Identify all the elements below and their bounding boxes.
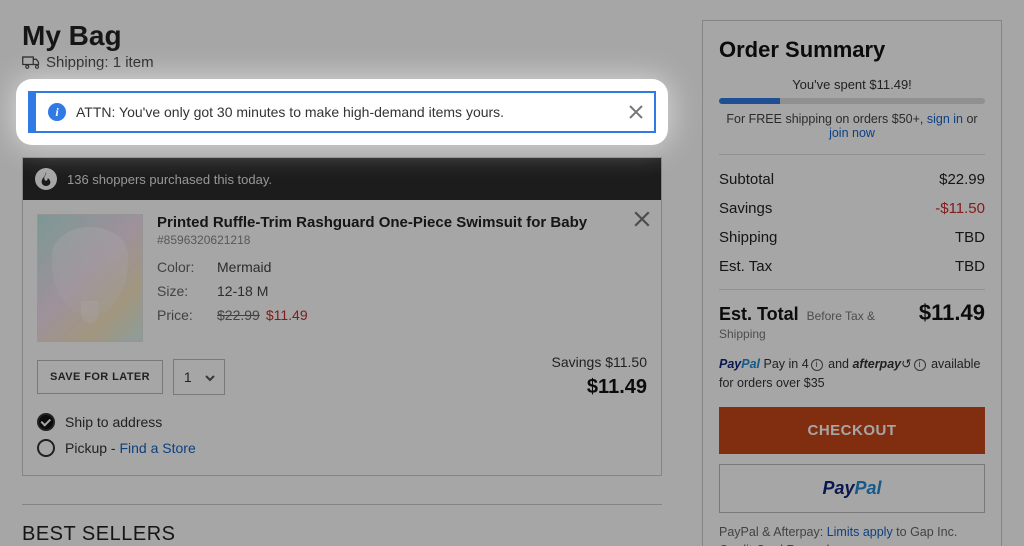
attention-banner: i ATTN: You've only got 30 minutes to ma… (28, 91, 656, 133)
free-shipping-hint: For FREE shipping on orders $50+, sign i… (719, 112, 985, 140)
limits-apply-link[interactable]: Limits apply (827, 525, 893, 539)
truck-icon (22, 56, 40, 70)
bnpl-footnote: PayPal & Afterpay: Limits apply to Gap I… (719, 523, 985, 546)
paypal-button[interactable]: PayPal (719, 464, 985, 513)
shipping-label: Shipping (719, 229, 777, 246)
divider (22, 504, 662, 505)
sign-in-link[interactable]: sign in (927, 112, 963, 126)
social-proof-banner: 136 shoppers purchased this today. (23, 158, 661, 200)
shipping-count: Shipping: 1 item (22, 54, 662, 71)
bnpl-message: PayPal Pay in 4i and afterpay↺i availabl… (719, 355, 985, 393)
savings-label: Savings (719, 200, 772, 217)
divider (719, 154, 985, 155)
radio-unchecked-icon (37, 439, 55, 457)
ship-to-address-label: Ship to address (65, 414, 162, 430)
info-icon: i (48, 103, 66, 121)
divider (719, 289, 985, 290)
est-total-value: $11.49 (919, 300, 985, 326)
line-savings: Savings $11.50 (552, 354, 647, 370)
join-now-link[interactable]: join now (829, 126, 875, 140)
shipping-value: TBD (955, 229, 985, 246)
price-now: $11.49 (266, 307, 308, 323)
best-sellers-heading: BEST SELLERS (22, 523, 662, 546)
ship-to-address-option[interactable]: Ship to address (37, 409, 647, 435)
order-summary: Order Summary You've spent $11.49! For F… (702, 20, 1002, 546)
color-value: Mermaid (217, 259, 271, 275)
attention-banner-text: ATTN: You've only got 30 minutes to make… (76, 104, 504, 120)
quantity-value: 1 (184, 369, 192, 385)
product-sku: #8596320621218 (157, 233, 647, 247)
shipping-count-label: Shipping: 1 item (46, 54, 154, 71)
info-icon[interactable]: i (811, 359, 823, 371)
color-label: Color: (157, 259, 217, 275)
tax-label: Est. Tax (719, 258, 772, 275)
product-thumbnail[interactable] (37, 214, 143, 342)
page-title: My Bag (22, 20, 662, 52)
afterpay-logo: afterpay (852, 357, 901, 371)
product-name[interactable]: Printed Ruffle-Trim Rashguard One-Piece … (157, 214, 647, 231)
flame-icon (35, 168, 57, 190)
social-proof-text: 136 shoppers purchased this today. (67, 172, 272, 187)
subtotal-value: $22.99 (939, 171, 985, 188)
checkout-button[interactable]: CHECKOUT (719, 407, 985, 454)
pickup-prefix: Pickup - (65, 440, 119, 456)
remove-item-button[interactable] (633, 210, 651, 228)
save-for-later-button[interactable]: SAVE FOR LATER (37, 360, 163, 394)
radio-checked-icon (37, 413, 55, 431)
pickup-option[interactable]: Pickup - Find a Store (37, 435, 647, 461)
tax-value: TBD (955, 258, 985, 275)
est-total-label: Est. Total (719, 304, 799, 324)
paypal-logo: PayPal (719, 357, 760, 371)
price-label: Price: (157, 307, 217, 323)
size-value: 12-18 M (217, 283, 268, 299)
order-summary-title: Order Summary (719, 37, 985, 63)
cart-item: 136 shoppers purchased this today. Print… (22, 157, 662, 476)
savings-value: -$11.50 (935, 200, 985, 217)
quantity-select[interactable]: 1 (173, 359, 225, 395)
chevron-down-icon (204, 371, 216, 383)
spent-message: You've spent $11.49! (719, 77, 985, 92)
subtotal-label: Subtotal (719, 171, 774, 188)
info-icon[interactable]: i (914, 359, 926, 371)
find-a-store-link[interactable]: Find a Store (119, 440, 195, 456)
close-icon[interactable] (628, 104, 644, 120)
size-label: Size: (157, 283, 217, 299)
free-shipping-progress (719, 98, 985, 104)
price-was: $22.99 (217, 307, 260, 323)
line-total: $11.49 (552, 376, 647, 399)
